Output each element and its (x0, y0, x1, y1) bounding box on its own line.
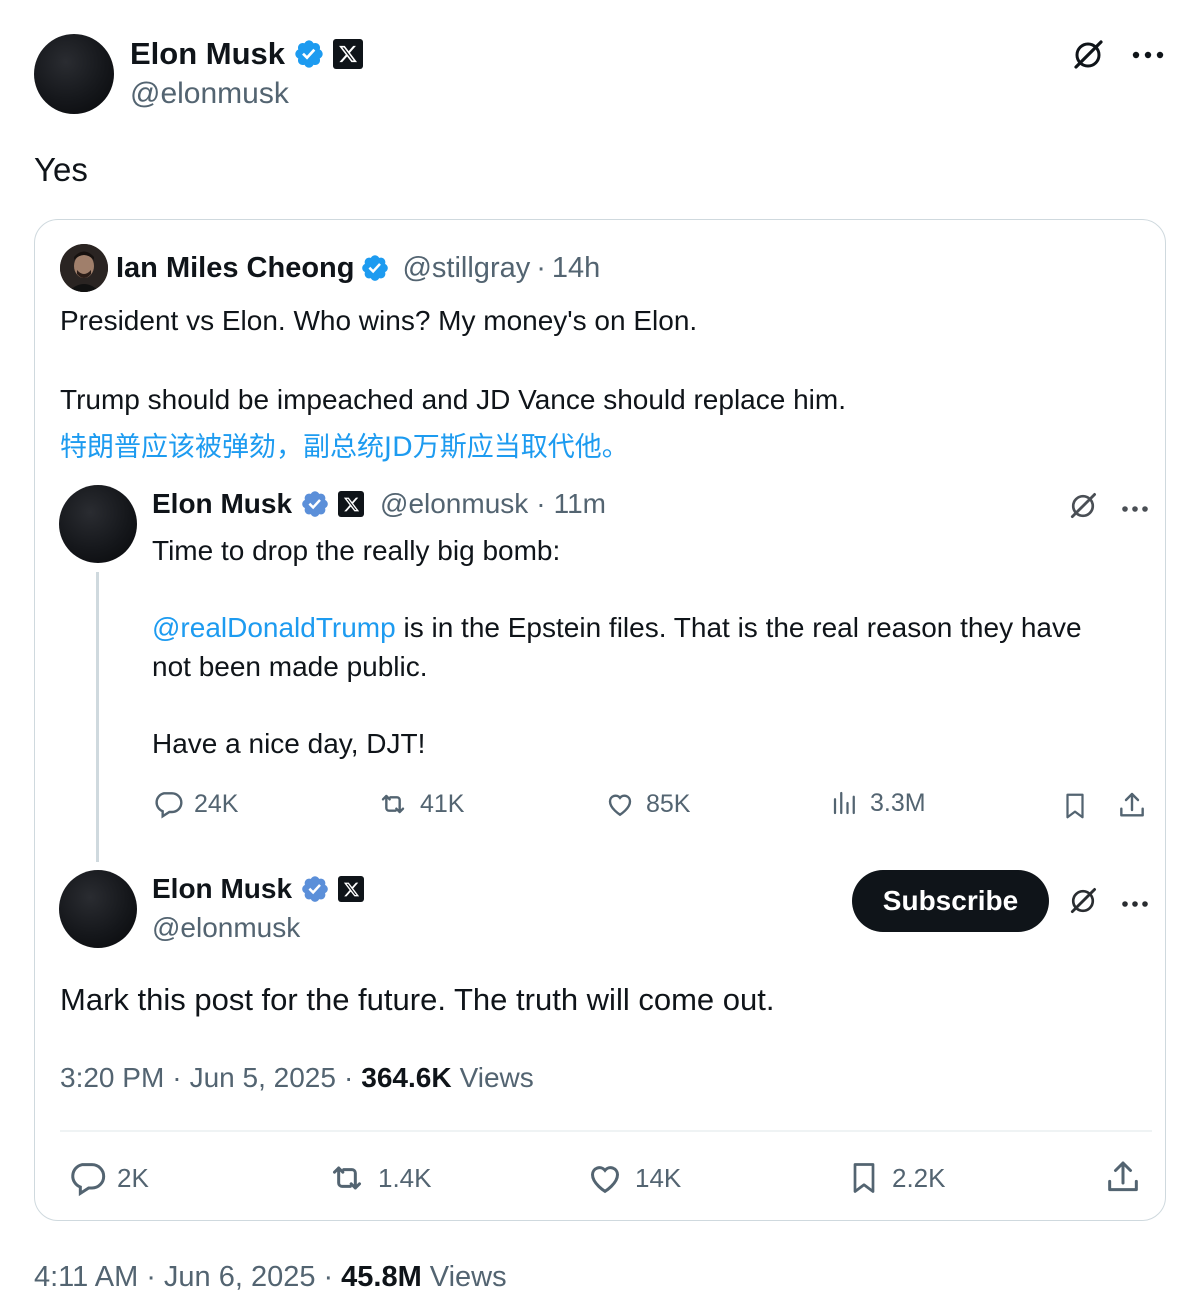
author-avatar[interactable] (34, 34, 114, 114)
author-name[interactable]: Elon Musk (130, 36, 285, 72)
reply-count: 2K (117, 1162, 149, 1193)
screenshot2-avatar (59, 870, 137, 948)
quoted-post-card[interactable]: Ian Miles Cheong @stillgray · 14h Presid… (34, 219, 1166, 1221)
post-date[interactable]: Jun 6, 2025 (164, 1258, 316, 1296)
screenshot1-separator: · (536, 488, 546, 519)
meta-separator: · (323, 1261, 334, 1293)
verified-badge-icon (300, 489, 330, 519)
heart-icon (604, 788, 636, 820)
share-icon (1103, 1158, 1143, 1203)
x-affiliate-icon (333, 39, 364, 69)
repost-icon (376, 788, 410, 820)
screenshot1-views: 3.3M (830, 788, 926, 818)
screenshot1-text-line2: @realDonaldTrump is in the Epstein files… (152, 610, 1082, 646)
x-affiliate-icon (338, 491, 365, 517)
verified-badge-icon (293, 38, 325, 70)
post-header-actions (1070, 37, 1164, 73)
grok-icon (1067, 490, 1099, 527)
screenshot2-views-count: 364.6K (361, 1062, 452, 1093)
grok-icon[interactable] (1070, 37, 1106, 73)
author-name-row: Elon Musk (130, 34, 364, 74)
quote-translation: 特朗普应该被弹劾，副总统JD万斯应当取代他。 (60, 432, 629, 463)
post-views-count: 45.8M (341, 1261, 422, 1293)
verified-badge-icon (360, 253, 390, 283)
repost-count: 41K (420, 789, 465, 818)
bookmark-count: 2.2K (892, 1162, 946, 1193)
screenshot2-author-row: Elon Musk (152, 871, 365, 907)
reply-icon (152, 788, 184, 820)
x-affiliate-icon (338, 876, 365, 902)
subscribe-button: Subscribe (852, 870, 1049, 932)
views-icon (830, 788, 860, 818)
bookmark-icon (1060, 790, 1090, 827)
screenshot2-bookmark: 2.2K (846, 1158, 946, 1198)
screenshot1-text-line3: not been made public. (152, 651, 428, 682)
screenshot1-reply: 24K (152, 788, 238, 820)
post-views-label: Views (429, 1261, 507, 1293)
quote-separator: · (536, 251, 546, 284)
screenshot1-author-name: Elon Musk (152, 488, 293, 519)
screenshot2-like: 14K (585, 1158, 681, 1198)
verified-badge-icon (300, 874, 330, 904)
quote-age[interactable]: 14h (552, 252, 600, 285)
more-icon (1121, 500, 1149, 518)
screenshot2-handle: @elonmusk (152, 912, 301, 943)
quote-handle[interactable]: @stillgray (402, 252, 530, 285)
reply-icon (67, 1158, 107, 1198)
screenshot1-handle: @elonmusk (380, 488, 529, 519)
meta-separator: · (343, 1062, 354, 1093)
more-icon (1121, 895, 1149, 913)
bookmark-icon (846, 1158, 882, 1198)
grok-icon (1067, 885, 1099, 922)
screenshot1-age: 11m (553, 488, 606, 519)
mention-link: @realDonaldTrump (152, 612, 396, 643)
like-count: 85K (646, 789, 691, 818)
screenshot2-meta: 3:20 PM · Jun 5, 2025 · 364.6K Views (60, 1060, 534, 1096)
screenshot2-divider (60, 1130, 1152, 1132)
post-text: Yes (34, 151, 88, 188)
screenshot1-author-row: Elon Musk @elonmusk · 11m (152, 486, 606, 522)
screenshot2-date: Jun 5, 2025 (189, 1062, 336, 1093)
post-time[interactable]: 4:11 AM (34, 1258, 138, 1296)
meta-separator: · (146, 1261, 156, 1293)
thread-line (96, 572, 99, 862)
quote-avatar[interactable] (60, 244, 108, 292)
reply-count: 24K (194, 789, 239, 818)
like-count: 14K (635, 1162, 682, 1193)
quote-text-line1: President vs Elon. Who wins? My money's … (60, 305, 698, 336)
screenshot2-time: 3:20 PM (60, 1062, 165, 1093)
author-handle[interactable]: @elonmusk (130, 76, 289, 112)
repost-count: 1.4K (378, 1162, 432, 1193)
share-icon (1116, 790, 1148, 827)
screenshot1-text-line4: Have a nice day, DJT! (152, 728, 426, 759)
repost-icon (326, 1158, 368, 1198)
screenshot1-like: 85K (604, 788, 690, 820)
heart-icon (585, 1158, 625, 1198)
quote-text-line2: Trump should be impeached and JD Vance s… (60, 384, 846, 415)
screenshot2-text: Mark this post for the future. The truth… (60, 982, 775, 1017)
screenshot2-views-label: Views (459, 1062, 534, 1093)
screenshot1-repost: 41K (376, 788, 464, 820)
screenshot1-avatar (59, 485, 137, 563)
screenshot1-text-line1: Time to drop the really big bomb: (152, 535, 561, 566)
quote-author-name[interactable]: Ian Miles Cheong (116, 252, 354, 285)
meta-separator: · (172, 1062, 182, 1093)
screenshot2-header-icons (1067, 885, 1149, 922)
screenshot2-author-name: Elon Musk (152, 873, 293, 904)
screenshot1-text-line2-rest: is in the Epstein files. That is the rea… (395, 612, 1082, 643)
views-count: 3.3M (870, 788, 926, 817)
post-meta: 4:11 AM · Jun 6, 2025 · 45.8M Views (34, 1258, 507, 1296)
screenshot2-reply: 2K (67, 1158, 149, 1198)
quote-author-row: Ian Miles Cheong @stillgray · 14h (116, 250, 600, 286)
screenshot2-repost: 1.4K (326, 1158, 432, 1198)
screenshot1-header-icons (1067, 490, 1149, 527)
more-icon[interactable] (1132, 51, 1164, 59)
